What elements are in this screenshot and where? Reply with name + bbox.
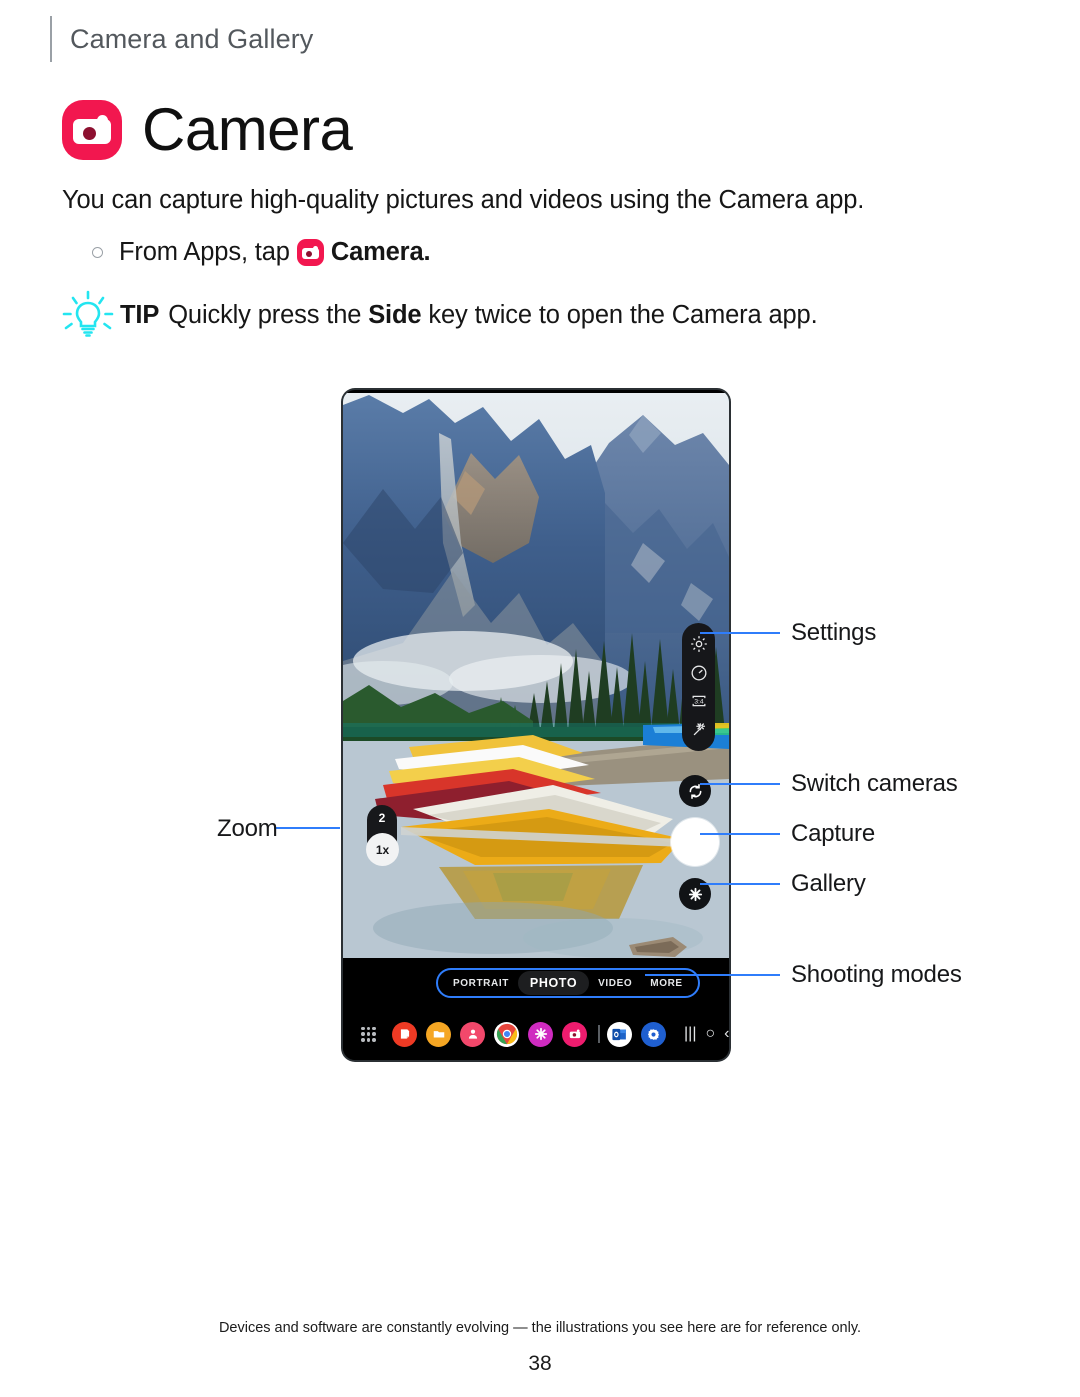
settings-gear-icon[interactable] bbox=[689, 634, 709, 654]
callout-switch-cameras: Switch cameras bbox=[791, 770, 958, 797]
callout-capture: Capture bbox=[791, 820, 875, 847]
chrome-glyph-icon bbox=[496, 1023, 517, 1045]
taskbar-divider bbox=[598, 1025, 600, 1043]
home-nav-icon[interactable]: ○ bbox=[705, 1025, 715, 1043]
gallery-thumbnail-icon bbox=[688, 887, 702, 901]
device-illustration: 3:4 2 1x PORTRAIT PHOTO VIDEO MORE ||| ○… bbox=[343, 390, 729, 1060]
outlook-glyph-icon bbox=[612, 1028, 626, 1040]
running-header: Camera and Gallery bbox=[50, 16, 313, 62]
step-text-after: . bbox=[423, 238, 431, 266]
callout-settings: Settings bbox=[791, 619, 877, 646]
timer-icon[interactable] bbox=[689, 663, 709, 683]
switch-cameras-button[interactable] bbox=[679, 775, 711, 807]
step-item: From Apps, tap Camera. bbox=[92, 238, 431, 267]
camera-app-icon bbox=[296, 239, 324, 266]
leader-line-zoom bbox=[274, 827, 340, 829]
manual-page: Camera and Gallery Camera You can captur… bbox=[0, 0, 1080, 1397]
tip-callout: TIP Quickly press the Side key twice to o… bbox=[62, 290, 818, 340]
page-number: 38 bbox=[528, 1352, 552, 1375]
page-title-row: Camera bbox=[62, 96, 353, 163]
mode-video[interactable]: VIDEO bbox=[589, 973, 641, 994]
callout-zoom: Zoom bbox=[217, 815, 278, 842]
step-app-name: Camera bbox=[330, 238, 424, 266]
callout-shooting-modes: Shooting modes bbox=[791, 961, 962, 988]
camera-icon-lens bbox=[305, 251, 312, 257]
zoom-step-label: 2 bbox=[378, 811, 386, 825]
aspect-ratio-icon[interactable]: 3:4 bbox=[689, 691, 709, 711]
my-files-icon[interactable] bbox=[426, 1021, 451, 1047]
outlook-icon[interactable] bbox=[607, 1021, 632, 1047]
scene-treeline bbox=[343, 633, 729, 741]
gallery-icon[interactable] bbox=[528, 1021, 553, 1047]
intro-paragraph: You can capture high-quality pictures an… bbox=[62, 186, 865, 214]
footer-disclaimer: Devices and software are constantly evol… bbox=[218, 1320, 862, 1336]
mode-photo[interactable]: PHOTO bbox=[517, 971, 590, 995]
settings-icon[interactable] bbox=[641, 1021, 666, 1047]
leader-line-switch-cameras bbox=[700, 783, 780, 785]
flower-glyph-icon bbox=[534, 1027, 547, 1041]
camera-viewfinder[interactable]: 3:4 2 1x bbox=[343, 393, 729, 958]
folder-glyph-icon bbox=[433, 1031, 444, 1038]
tip-text-after: key twice to open the Camera app. bbox=[428, 300, 818, 329]
lightbulb-icon bbox=[62, 290, 114, 337]
tip-bold-term: Side bbox=[368, 300, 422, 329]
back-nav-icon[interactable]: ‹ bbox=[724, 1025, 729, 1043]
mode-portrait[interactable]: PORTRAIT bbox=[444, 973, 518, 994]
shooting-modes-bar: PORTRAIT PHOTO VIDEO MORE bbox=[343, 958, 729, 1008]
recents-nav-icon[interactable]: ||| bbox=[684, 1025, 696, 1043]
camera-glyph-icon bbox=[569, 1029, 580, 1039]
bullet-dot-icon bbox=[92, 247, 103, 258]
zoom-current-button[interactable]: 1x bbox=[366, 833, 399, 866]
gear-glyph-icon bbox=[648, 1028, 659, 1040]
tip-label: TIP bbox=[120, 300, 160, 329]
contacts-icon[interactable] bbox=[460, 1021, 485, 1047]
leader-line-gallery bbox=[700, 883, 780, 885]
notes-glyph-icon bbox=[400, 1029, 409, 1039]
leader-line-shooting-modes bbox=[645, 974, 780, 976]
camera-icon-lens bbox=[83, 127, 96, 140]
shooting-modes-selector[interactable]: PORTRAIT PHOTO VIDEO MORE bbox=[436, 968, 700, 998]
samsung-notes-icon[interactable] bbox=[392, 1021, 417, 1047]
camera-icon[interactable] bbox=[562, 1021, 587, 1047]
page-title: Camera bbox=[142, 96, 353, 163]
person-glyph-icon bbox=[468, 1029, 477, 1039]
leader-line-capture bbox=[700, 833, 780, 835]
device-taskbar: ||| ○ ‹ bbox=[343, 1008, 729, 1060]
effects-wand-icon[interactable] bbox=[689, 720, 709, 740]
chrome-icon[interactable] bbox=[494, 1021, 519, 1047]
header-divider-rule bbox=[50, 16, 52, 62]
camera-controls-pill: 3:4 bbox=[682, 623, 715, 751]
apps-grid-icon[interactable] bbox=[361, 1026, 376, 1042]
tip-body: TIP Quickly press the Side key twice to o… bbox=[120, 301, 818, 330]
step-text-before: From Apps, tap bbox=[119, 238, 290, 266]
callout-gallery: Gallery bbox=[791, 870, 866, 897]
running-header-text: Camera and Gallery bbox=[70, 23, 314, 54]
leader-line-settings bbox=[700, 632, 780, 634]
camera-icon-flash bbox=[97, 115, 108, 126]
camera-app-icon bbox=[62, 100, 122, 160]
tip-text-before: Quickly press the bbox=[168, 300, 362, 329]
camera-icon-flash bbox=[312, 246, 318, 251]
svg-text:3:4: 3:4 bbox=[694, 699, 704, 706]
capture-shutter-button[interactable] bbox=[671, 818, 719, 866]
